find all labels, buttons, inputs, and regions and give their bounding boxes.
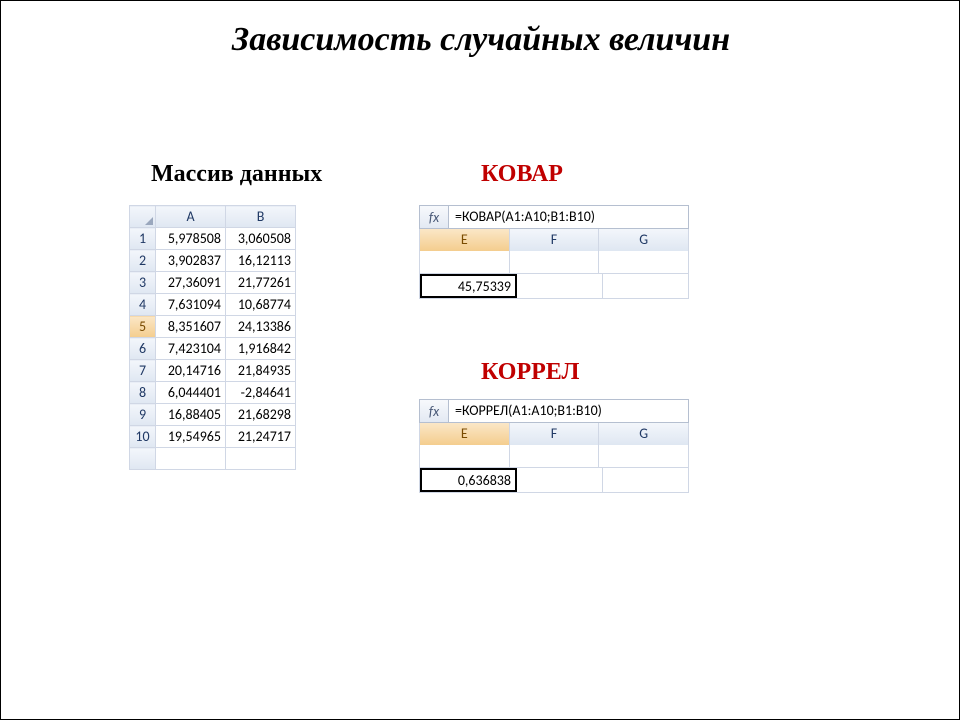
subtitle-correl: КОРРЕЛ (481, 359, 579, 386)
cell[interactable] (599, 445, 688, 467)
row-header[interactable]: 8 (130, 382, 156, 404)
cell[interactable]: -2,84641 (226, 382, 296, 404)
col-header-a[interactable]: A (156, 206, 226, 228)
subtitle-data: Массив данных (151, 161, 322, 188)
correl-snippet: fx =КОРРЕЛ(A1:A10;B1:B10) E F G 0,636838 (419, 399, 689, 493)
cell[interactable]: 3,060508 (226, 228, 296, 250)
covar-result-cell[interactable]: 45,75339 (420, 274, 517, 298)
cell[interactable]: 3,902837 (156, 250, 226, 272)
formula-bar-covar: fx =КОВАР(A1:A10;B1:B10) (419, 205, 689, 229)
row-header[interactable]: 1 (130, 228, 156, 250)
cell[interactable]: 20,14716 (156, 360, 226, 382)
cell[interactable]: 10,68774 (226, 294, 296, 316)
empty-row (419, 445, 689, 468)
cell[interactable]: 24,13386 (226, 316, 296, 338)
slide: Зависимость случайных величин Массив дан… (0, 0, 960, 720)
cell[interactable] (599, 251, 688, 273)
cell[interactable] (517, 468, 603, 492)
row-header[interactable]: 9 (130, 404, 156, 426)
select-all-corner[interactable] (130, 206, 156, 228)
cell[interactable] (420, 251, 510, 273)
cell[interactable] (226, 448, 296, 470)
col-header-e[interactable]: E (420, 229, 510, 251)
subtitle-covar: КОВАР (481, 161, 563, 188)
col-headers-correl: E F G (419, 423, 689, 445)
cell[interactable] (603, 274, 688, 298)
cell[interactable]: 8,351607 (156, 316, 226, 338)
covar-snippet: fx =КОВАР(A1:A10;B1:B10) E F G 45,75339 (419, 205, 689, 299)
col-header-g[interactable]: G (599, 229, 688, 251)
row-header[interactable] (130, 448, 156, 470)
result-row-covar: 45,75339 (419, 274, 689, 299)
correl-result-cell[interactable]: 0,636838 (420, 468, 517, 492)
result-row-correl: 0,636838 (419, 468, 689, 493)
fx-icon[interactable]: fx (420, 400, 449, 422)
col-header-f[interactable]: F (510, 229, 600, 251)
formula-input-correl[interactable]: =КОРРЕЛ(A1:A10;B1:B10) (449, 400, 688, 422)
col-header-b[interactable]: B (226, 206, 296, 228)
row-header[interactable]: 5 (130, 316, 156, 338)
row-header[interactable]: 2 (130, 250, 156, 272)
cell[interactable]: 21,24717 (226, 426, 296, 448)
cell[interactable] (420, 445, 510, 467)
cell[interactable]: 16,88405 (156, 404, 226, 426)
cell[interactable] (510, 445, 600, 467)
cell[interactable]: 27,36091 (156, 272, 226, 294)
cell[interactable] (603, 468, 688, 492)
row-header[interactable]: 3 (130, 272, 156, 294)
cell[interactable]: 5,978508 (156, 228, 226, 250)
cell[interactable]: 19,54965 (156, 426, 226, 448)
col-header-f[interactable]: F (510, 423, 600, 445)
col-header-g[interactable]: G (599, 423, 688, 445)
row-header[interactable]: 10 (130, 426, 156, 448)
empty-row (419, 251, 689, 274)
cell[interactable] (510, 251, 600, 273)
data-table: A B 15,9785083,06050823,90283716,1211332… (129, 205, 296, 470)
cell[interactable]: 7,631094 (156, 294, 226, 316)
cell[interactable]: 16,12113 (226, 250, 296, 272)
col-headers-covar: E F G (419, 229, 689, 251)
cell[interactable] (517, 274, 603, 298)
cell[interactable]: 21,84935 (226, 360, 296, 382)
formula-bar-correl: fx =КОРРЕЛ(A1:A10;B1:B10) (419, 399, 689, 423)
cell[interactable]: 7,423104 (156, 338, 226, 360)
cell[interactable]: 6,044401 (156, 382, 226, 404)
row-header[interactable]: 6 (130, 338, 156, 360)
fx-icon[interactable]: fx (420, 206, 449, 228)
page-title: Зависимость случайных величин (1, 21, 960, 59)
cell[interactable] (156, 448, 226, 470)
col-header-e[interactable]: E (420, 423, 510, 445)
row-header[interactable]: 7 (130, 360, 156, 382)
cell[interactable]: 1,916842 (226, 338, 296, 360)
cell[interactable]: 21,77261 (226, 272, 296, 294)
row-header[interactable]: 4 (130, 294, 156, 316)
formula-input-covar[interactable]: =КОВАР(A1:A10;B1:B10) (449, 206, 688, 228)
cell[interactable]: 21,68298 (226, 404, 296, 426)
